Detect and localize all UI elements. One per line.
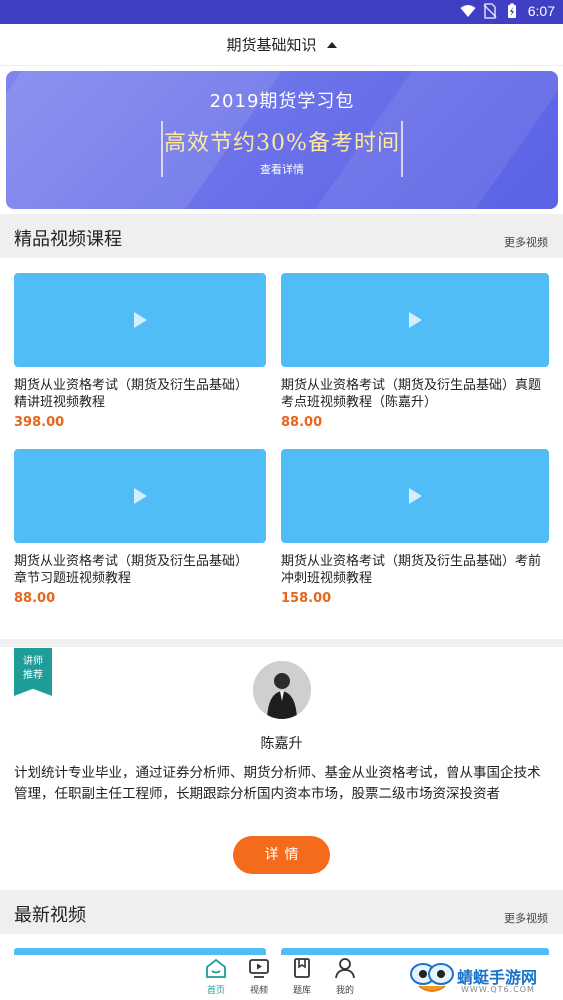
avatar[interactable] xyxy=(253,661,311,719)
caret-up-icon xyxy=(326,41,337,48)
tab-question-bank[interactable]: 题库 xyxy=(282,957,322,996)
video-thumbnail[interactable] xyxy=(14,449,266,543)
course-price: 88.00 xyxy=(281,415,323,430)
course-price: 88.00 xyxy=(14,591,56,606)
battery-icon xyxy=(507,3,516,18)
video-thumbnail[interactable] xyxy=(281,273,549,367)
course-price: 398.00 xyxy=(14,415,65,430)
question-bank-icon xyxy=(294,958,310,978)
tab-label: 我的 xyxy=(335,986,354,996)
section-divider xyxy=(0,639,563,647)
no-sim-icon xyxy=(483,3,497,19)
course-card[interactable]: 期货从业资格考试（期货及衍生品基础）考前冲刺班视频教程 158.00 xyxy=(281,449,549,606)
tab-label: 视频 xyxy=(249,986,268,996)
wifi-icon xyxy=(460,5,476,17)
course-title: 期货从业资格考试（期货及衍生品基础）真题考点班视频教程（陈嘉升） xyxy=(281,378,542,410)
tab-profile[interactable]: 我的 xyxy=(325,957,365,996)
promo-banner[interactable]: 2019期货学习包 高效节约30%备考时间 查看详情 xyxy=(6,71,558,209)
status-time: 6:07 xyxy=(527,3,555,19)
teacher-name: 陈嘉升 xyxy=(260,736,303,752)
section-title: 最新视频 xyxy=(14,905,86,926)
featured-section-header: 精品视频课程 更多视频 xyxy=(0,214,563,258)
teacher-badge: 讲师 推荐 xyxy=(14,648,52,696)
more-videos-link[interactable]: 更多视频 xyxy=(504,910,548,926)
tab-video[interactable]: 视频 xyxy=(239,957,279,996)
course-card[interactable]: 期货从业资格考试（期货及衍生品基础）真题考点班视频教程（陈嘉升） 88.00 xyxy=(281,273,549,430)
video-icon xyxy=(249,959,269,978)
course-card[interactable]: 期货从业资格考试（期货及衍生品基础）章节习题班视频教程 88.00 xyxy=(14,449,266,606)
status-bar: 6:07 xyxy=(0,0,563,24)
home-icon xyxy=(206,958,226,978)
play-icon xyxy=(409,488,422,504)
play-icon xyxy=(134,488,147,504)
play-icon xyxy=(134,312,147,328)
video-thumbnail[interactable] xyxy=(14,273,266,367)
watermark-url: WWW.QT6.COM xyxy=(461,985,535,994)
profile-icon xyxy=(335,958,355,979)
banner-details-link[interactable]: 查看详情 xyxy=(6,161,558,177)
course-card[interactable]: 期货从业资格考试（期货及衍生品基础）精讲班视频教程 398.00 xyxy=(14,273,266,430)
teacher-photo xyxy=(253,661,311,719)
status-icons: 6:07 xyxy=(460,3,555,19)
category-selector[interactable]: 期货基础知识 xyxy=(0,24,563,66)
watermark: 蜻蜓手游网 WWW.QT6.COM xyxy=(409,958,559,998)
tab-label: 首页 xyxy=(206,986,225,996)
course-price: 158.00 xyxy=(281,591,332,606)
section-title: 精品视频课程 xyxy=(14,229,122,250)
tab-label: 题库 xyxy=(292,986,311,996)
more-videos-link[interactable]: 更多视频 xyxy=(504,234,548,250)
latest-section-header: 最新视频 更多视频 xyxy=(0,890,563,934)
course-title: 期货从业资格考试（期货及衍生品基础）考前冲刺班视频教程 xyxy=(281,554,542,586)
video-thumbnail[interactable] xyxy=(281,449,549,543)
dragonfly-logo-icon xyxy=(410,963,454,992)
banner-headline: 高效节约30%备考时间 xyxy=(164,131,400,156)
banner-title: 2019期货学习包 xyxy=(209,91,355,112)
tab-home[interactable]: 首页 xyxy=(196,957,236,996)
page-title: 期货基础知识 xyxy=(226,36,317,54)
course-title: 期货从业资格考试（期货及衍生品基础）精讲班视频教程 xyxy=(14,378,249,410)
teacher-description: 计划统计专业毕业，通过证券分析师、期货分析师、基金从业资格考试，曾从事国企技术管… xyxy=(14,765,541,802)
details-button[interactable]: 详情 xyxy=(233,836,330,874)
course-title: 期货从业资格考试（期货及衍生品基础）章节习题班视频教程 xyxy=(14,554,249,586)
play-icon xyxy=(409,312,422,328)
